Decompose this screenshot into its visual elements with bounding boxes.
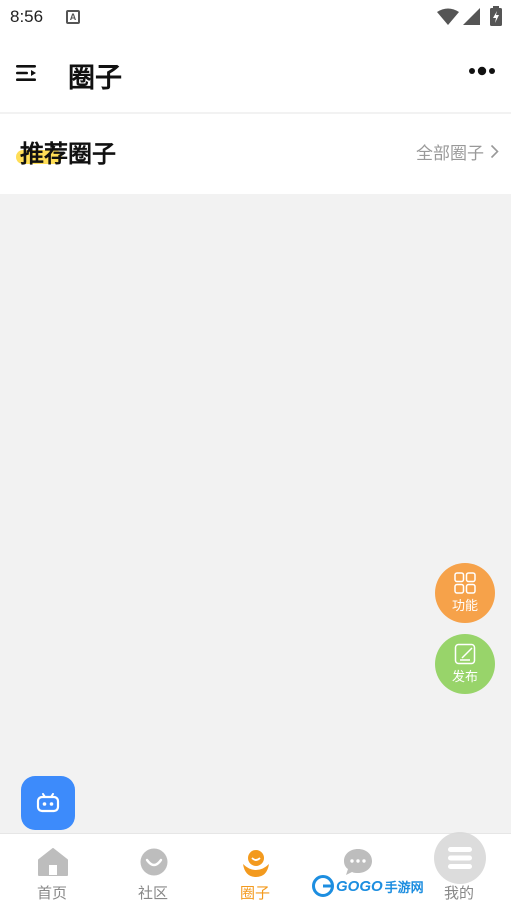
watermark-logo-text: GOGO	[336, 877, 383, 895]
wifi-icon	[437, 8, 459, 25]
recommended-title: 推荐圈子	[20, 140, 116, 168]
gogo-watermark: GOGO 手游网	[312, 875, 424, 897]
nav-circle-label: 圈子	[239, 884, 270, 902]
gogo-logo-icon	[312, 875, 334, 897]
menu-icon[interactable]	[16, 64, 38, 82]
assistive-touch-button[interactable]	[434, 832, 486, 884]
all-circles-link[interactable]: 全部圈子	[416, 139, 499, 164]
robot-icon	[36, 793, 60, 813]
more-icon[interactable]	[468, 66, 496, 76]
all-circles-label: 全部圈子	[416, 144, 484, 164]
publish-button[interactable]: 发布	[435, 634, 495, 694]
stack-icon	[448, 847, 472, 869]
page-title: 圈子	[68, 63, 122, 94]
app-header: 圈子	[0, 36, 511, 112]
signal-icon	[463, 8, 480, 25]
nav-circle[interactable]: 圈子	[205, 834, 305, 908]
edit-icon	[454, 643, 476, 665]
nav-community[interactable]: 社区	[103, 834, 203, 908]
nav-home-label: 首页	[36, 884, 67, 902]
community-icon	[140, 848, 168, 876]
battery-icon	[490, 6, 502, 26]
bottom-navigation: 首页 社区 圈子 我的	[0, 833, 511, 908]
publish-label: 发布	[451, 670, 478, 685]
circle-icon	[243, 850, 269, 877]
nav-profile-label: 我的	[443, 884, 474, 902]
message-icon	[344, 849, 372, 875]
function-button[interactable]: 功能	[435, 563, 495, 623]
status-bar: 8:56 A	[0, 0, 511, 36]
notification-a-icon: A	[66, 10, 80, 24]
recommended-circles-section: 推荐圈子 全部圈子	[0, 114, 511, 194]
assistant-button[interactable]	[21, 776, 75, 830]
nav-home[interactable]: 首页	[2, 834, 102, 908]
nav-community-label: 社区	[137, 884, 168, 902]
chevron-right-icon	[490, 144, 499, 159]
status-time: 8:56	[10, 7, 44, 26]
watermark-suffix: 手游网	[384, 880, 424, 896]
function-label: 功能	[451, 599, 478, 614]
home-icon	[38, 848, 68, 876]
grid-icon	[454, 572, 476, 594]
